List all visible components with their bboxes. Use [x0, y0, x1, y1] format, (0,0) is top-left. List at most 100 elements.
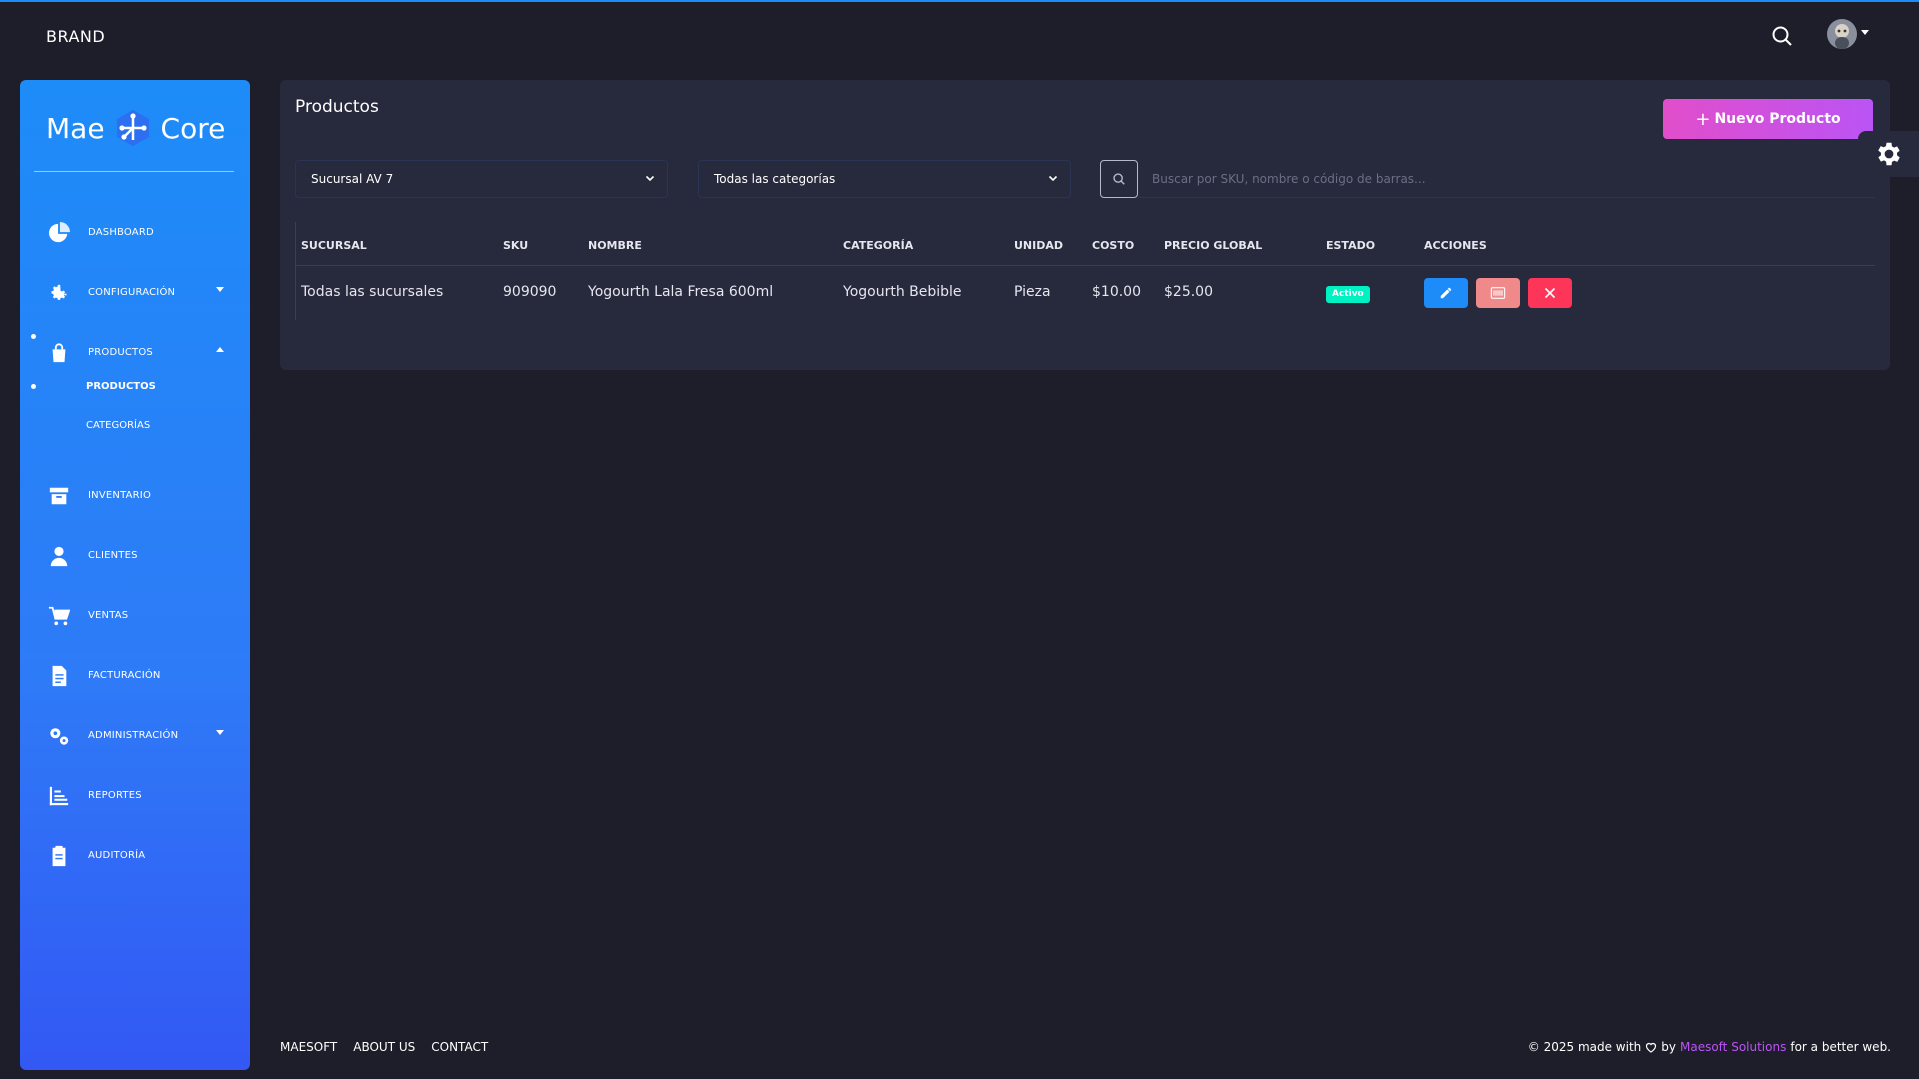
sidebar-item-auditoria[interactable]: AUDITORÍA — [20, 839, 250, 873]
heart-icon — [1646, 1042, 1657, 1053]
top-accent-line — [0, 0, 1919, 2]
sidebar-item-inventario[interactable]: INVENTARIO — [20, 479, 250, 513]
cell-precio-global: $25.00 — [1164, 284, 1213, 300]
sidebar-item-reportes[interactable]: REPORTES — [20, 779, 250, 813]
sidebar-item-label: VENTAS — [88, 610, 129, 621]
shopping-bag-icon — [52, 343, 66, 363]
sidebar-item-configuracion[interactable]: CONFIGURACIÓN — [20, 276, 250, 310]
sidebar-item-productos[interactable]: PRODUCTOS — [20, 336, 250, 370]
new-product-button[interactable]: + Nuevo Producto — [1663, 99, 1873, 139]
sidebar: Mae Core DASHBOARD CONFIGURACIÓN PRODUCT… — [20, 80, 250, 1070]
category-select-value: Todas las categorías — [714, 172, 836, 186]
cart-icon — [48, 606, 70, 626]
search-input[interactable] — [1138, 160, 1875, 198]
logo-text-right: Core — [160, 111, 226, 145]
column-header-nombre[interactable]: NOMBRE — [588, 239, 642, 252]
page-title: Productos — [295, 97, 379, 117]
sidebar-logo[interactable]: Mae Core — [46, 106, 225, 150]
sidebar-item-label: FACTURACIÓN — [88, 670, 161, 681]
sidebar-item-administracion[interactable]: ADMINISTRACIÓN — [20, 719, 250, 753]
sidebar-item-label: CONFIGURACIÓN — [88, 287, 176, 298]
chevron-down-icon[interactable] — [1861, 30, 1869, 35]
sidebar-item-label: ADMINISTRACIÓN — [88, 730, 179, 741]
search-input-icon-box[interactable] — [1100, 160, 1138, 198]
cell-nombre: Yogourth Lala Fresa 600ml — [588, 284, 774, 300]
cell-costo: $10.00 — [1092, 284, 1141, 300]
pencil-icon — [1440, 287, 1452, 299]
sidebar-subitem-productos[interactable]: PRODUCTOS — [86, 381, 156, 392]
sidebar-item-label: AUDITORÍA — [88, 850, 146, 861]
clipboard-icon — [52, 845, 66, 867]
copyright: © 2025 made with by Maesoft Solutions fo… — [1528, 1040, 1891, 1054]
cell-categoria: Yogourth Bebible — [843, 284, 962, 300]
cell-unidad: Pieza — [1014, 284, 1051, 300]
chevron-down-icon — [645, 175, 655, 182]
chart-list-icon — [49, 786, 69, 806]
footer-link-maesoft[interactable]: MAESOFT — [280, 1040, 337, 1054]
sidebar-divider — [34, 171, 234, 172]
products-table: SUCURSAL SKU NOMBRE CATEGORÍA UNIDAD COS… — [295, 222, 1875, 320]
chevron-up-icon — [216, 347, 224, 352]
archive-icon — [49, 487, 69, 505]
column-header-sucursal[interactable]: SUCURSAL — [301, 239, 367, 252]
column-header-acciones: ACCIONES — [1424, 239, 1487, 252]
column-header-sku[interactable]: SKU — [503, 239, 528, 252]
cell-sucursal: Todas las sucursales — [301, 284, 444, 300]
sidebar-item-label: CLIENTES — [88, 550, 138, 561]
sidebar-item-clientes[interactable]: CLIENTES — [20, 539, 250, 573]
delete-button[interactable] — [1528, 278, 1572, 308]
new-product-label: Nuevo Producto — [1714, 111, 1841, 127]
products-card: Productos + Nuevo Producto Sucursal AV 7… — [280, 80, 1890, 370]
sidebar-subitem-categorias[interactable]: CATEGORÍAS — [86, 420, 150, 431]
edit-button[interactable] — [1424, 278, 1468, 308]
footer-links: MAESOFT ABOUT US CONTACT — [280, 1040, 488, 1054]
user-avatar-icon — [1835, 24, 1849, 49]
column-header-categoria[interactable]: CATEGORÍA — [843, 239, 913, 252]
branch-select-value: Sucursal AV 7 — [311, 172, 394, 186]
branch-select[interactable]: Sucursal AV 7 — [295, 160, 668, 198]
category-select[interactable]: Todas las categorías — [698, 160, 1071, 198]
search-icon[interactable] — [1770, 24, 1794, 48]
copyright-prefix: © 2025 made with — [1527, 1040, 1642, 1054]
sidebar-item-label: INVENTARIO — [88, 490, 152, 501]
logo-mark-icon — [116, 110, 149, 146]
active-indicator-dot — [31, 384, 36, 389]
table-row: Todas las sucursales 909090 Yogourth Lal… — [295, 266, 1875, 320]
status-badge: Activo — [1326, 286, 1370, 303]
close-icon — [1544, 287, 1556, 299]
logo-text-left: Mae — [46, 111, 105, 145]
search-icon — [1113, 173, 1125, 185]
sidebar-item-label: PRODUCTOS — [88, 347, 153, 358]
user-icon — [50, 546, 68, 567]
barcode-icon — [1490, 287, 1506, 299]
footer-link-about-us[interactable]: ABOUT US — [353, 1040, 415, 1054]
gear-icon — [51, 284, 67, 300]
table-header: SUCURSAL SKU NOMBRE CATEGORÍA UNIDAD COS… — [295, 222, 1875, 266]
pie-chart-icon — [48, 222, 70, 243]
sidebar-item-facturacion[interactable]: FACTURACIÓN — [20, 659, 250, 693]
settings-fixed-button[interactable] — [1858, 131, 1919, 177]
sidebar-item-dashboard[interactable]: DASHBOARD — [20, 216, 250, 250]
avatar[interactable] — [1827, 19, 1857, 49]
copyright-by: by — [1661, 1040, 1676, 1054]
chevron-down-icon — [216, 287, 224, 292]
column-header-unidad[interactable]: UNIDAD — [1014, 239, 1063, 252]
column-header-precio-global[interactable]: PRECIO GLOBAL — [1164, 239, 1262, 252]
document-icon — [52, 665, 67, 687]
gear-icon — [1877, 142, 1900, 166]
sidebar-item-label: DASHBOARD — [88, 227, 154, 238]
cell-sku: 909090 — [503, 284, 557, 300]
chevron-down-icon — [1048, 175, 1058, 182]
column-header-estado[interactable]: ESTADO — [1326, 239, 1375, 252]
sidebar-item-ventas[interactable]: VENTAS — [20, 599, 250, 633]
maesoft-solutions-link[interactable]: Maesoft Solutions — [1680, 1040, 1786, 1054]
barcode-button[interactable] — [1476, 278, 1520, 308]
sidebar-item-label: REPORTES — [88, 790, 142, 801]
column-header-costo[interactable]: COSTO — [1092, 239, 1134, 252]
footer-link-contact[interactable]: CONTACT — [431, 1040, 488, 1054]
plus-icon: + — [1695, 108, 1711, 130]
navbar-brand[interactable]: BRAND — [46, 27, 105, 46]
copyright-suffix: for a better web. — [1790, 1040, 1891, 1054]
gears-icon — [50, 728, 69, 745]
chevron-down-icon — [216, 730, 224, 735]
